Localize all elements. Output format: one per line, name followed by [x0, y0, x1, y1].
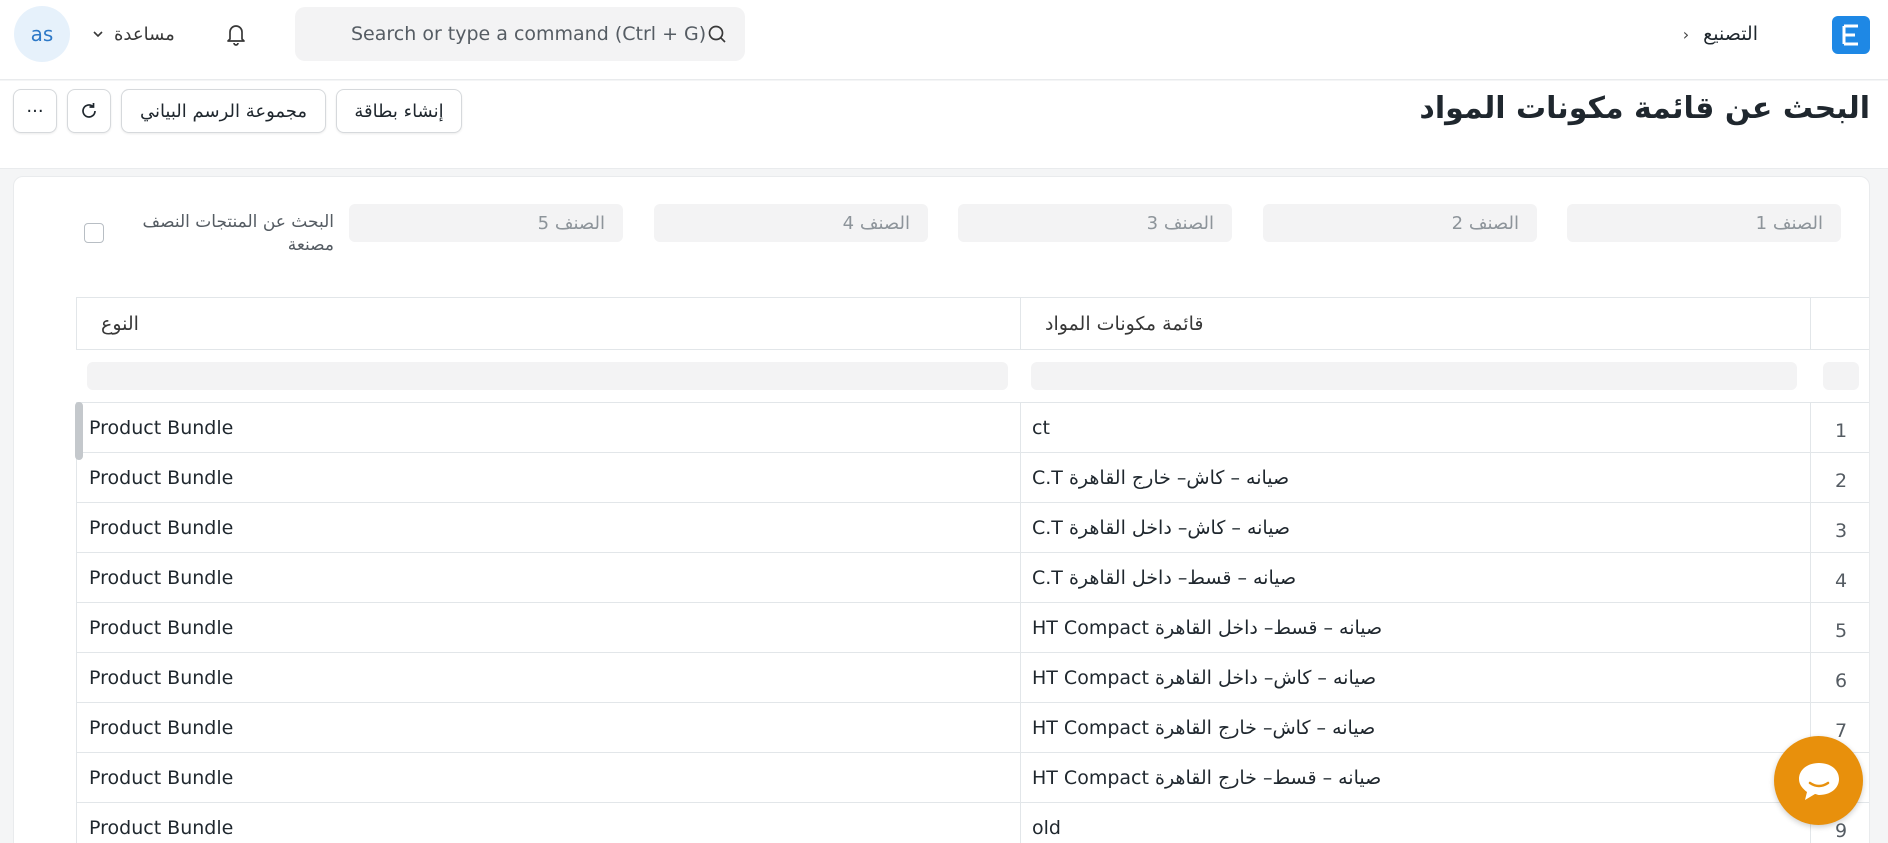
cell-type[interactable]: Product Bundle — [76, 553, 1020, 602]
filter-item-group-3[interactable]: الصنف 3 — [958, 204, 1232, 242]
column-header-row-number — [1810, 298, 1869, 349]
cell-type[interactable]: Product Bundle — [76, 703, 1020, 752]
cell-bom[interactable]: ct — [1020, 403, 1810, 452]
cell-bom[interactable]: C.T صيانه – كاش– خارج القاهرة — [1020, 453, 1810, 502]
cell-type[interactable]: Product Bundle — [76, 803, 1020, 843]
filter-item-group-2[interactable]: الصنف 2 — [1263, 204, 1537, 242]
page-head: البحث عن قائمة مكونات المواد ··· مجموعة … — [0, 81, 1888, 169]
table-row[interactable]: Product Bundle old 9 — [76, 803, 1869, 843]
breadcrumb-manufacturing[interactable]: التصنيع — [1703, 23, 1758, 45]
cell-bom[interactable]: C.T صيانه – كاش– داخل القاهرة — [1020, 503, 1810, 552]
search-placeholder: Search or type a command (Ctrl + G) — [351, 23, 707, 45]
user-avatar[interactable]: as — [14, 6, 70, 62]
cell-bom-text: C.T صيانه – كاش– خارج القاهرة — [1032, 466, 1290, 489]
cell-bom-text: ct — [1032, 416, 1050, 439]
erpnext-logo-icon[interactable] — [1832, 16, 1870, 54]
cell-bom-text: C.T صيانه – قسط– داخل القاهرة — [1032, 566, 1297, 589]
search-sub-assemblies-filter: البحث عن المنتجات النصف مصنعة — [84, 211, 334, 257]
cell-type[interactable]: Product Bundle — [76, 453, 1020, 502]
cell-row-number: 4 — [1810, 553, 1869, 602]
table-row[interactable]: Product Bundle ct 1 — [76, 403, 1869, 453]
awesomebar-search-input[interactable]: Search or type a command (Ctrl + G) — [295, 7, 745, 61]
refresh-button[interactable] — [67, 89, 111, 133]
table-row[interactable]: Product Bundle HT Compact صيانه – قسط– خا… — [76, 753, 1869, 803]
page-title: البحث عن قائمة مكونات المواد — [1419, 91, 1870, 126]
more-actions-button[interactable]: ··· — [13, 89, 57, 133]
cell-row-number: 1 — [1810, 403, 1869, 452]
table-row[interactable]: Product Bundle HT Compact صيانه – كاش– خا… — [76, 703, 1869, 753]
cell-row-number: 3 — [1810, 503, 1869, 552]
navbar: as مساعدة Search or type a command (Ctrl… — [0, 0, 1888, 80]
column-header-type-label: النوع — [101, 312, 139, 335]
filter-type-input[interactable] — [87, 362, 1008, 390]
table-row[interactable]: Product Bundle C.T صيانه – قسط– داخل القا… — [76, 553, 1869, 603]
table-row[interactable]: Product Bundle HT Compact صيانه – قسط– دا… — [76, 603, 1869, 653]
cell-bom-text: HT Compact صيانه – كاش– داخل القاهرة — [1032, 666, 1377, 689]
cell-bom-text: HT Compact صيانه – قسط– داخل القاهرة — [1032, 616, 1383, 639]
table-scrollbar[interactable] — [75, 402, 83, 460]
report-table: النوع قائمة مكونات المواد Product Bundle… — [76, 297, 1869, 843]
cell-type[interactable]: Product Bundle — [76, 603, 1020, 652]
chevron-down-icon — [93, 31, 103, 38]
cell-bom[interactable]: HT Compact صيانه – قسط– داخل القاهرة — [1020, 603, 1810, 652]
filter-row-number-input[interactable] — [1823, 362, 1859, 390]
table-row[interactable]: Product Bundle C.T صيانه – كاش– داخل القا… — [76, 503, 1869, 553]
filter-item-group-5[interactable]: الصنف 5 — [349, 204, 623, 242]
cell-type[interactable]: Product Bundle — [76, 653, 1020, 702]
cell-row-number: 6 — [1810, 653, 1869, 702]
report-card: الصنف 1 الصنف 2 الصنف 3 الصنف 4 الصنف 5 … — [13, 176, 1870, 843]
chat-bubble-button[interactable] — [1774, 736, 1863, 825]
filter-item-group-4[interactable]: الصنف 4 — [654, 204, 928, 242]
search-sub-assemblies-label: البحث عن المنتجات النصف مصنعة — [142, 212, 334, 255]
cell-bom[interactable]: HT Compact صيانه – كاش– داخل القاهرة — [1020, 653, 1810, 702]
cell-bom[interactable]: old — [1020, 803, 1810, 843]
cell-bom-text: HT Compact صيانه – قسط– خارج القاهرة — [1032, 766, 1382, 789]
search-sub-assemblies-checkbox[interactable] — [84, 223, 104, 243]
table-filter-row — [76, 350, 1869, 403]
filter-bom-input[interactable] — [1031, 362, 1797, 390]
column-header-bom-label: قائمة مكونات المواد — [1045, 312, 1204, 335]
cell-row-number: 5 — [1810, 603, 1869, 652]
cell-bom[interactable]: HT Compact صيانه – قسط– خارج القاهرة — [1020, 753, 1810, 802]
help-dropdown[interactable]: مساعدة — [92, 18, 175, 50]
cell-bom[interactable]: C.T صيانه – قسط– داخل القاهرة — [1020, 553, 1810, 602]
cell-bom-text: C.T صيانه – كاش– داخل القاهرة — [1032, 516, 1291, 539]
create-card-button[interactable]: إنشاء بطاقة — [336, 89, 462, 133]
cell-type[interactable]: Product Bundle — [76, 403, 1020, 452]
breadcrumb-separator: › — [1682, 24, 1690, 44]
table-row[interactable]: Product Bundle C.T صيانه – كاش– خارج القا… — [76, 453, 1869, 503]
cell-type[interactable]: Product Bundle — [76, 503, 1020, 552]
column-header-bom[interactable]: قائمة مكونات المواد — [1020, 298, 1810, 349]
table-body: Product Bundle ct 1 Product Bundle C.T صيانه… — [76, 403, 1869, 843]
table-header-row: النوع قائمة مكونات المواد — [76, 298, 1869, 350]
cell-bom-text: old — [1032, 816, 1061, 839]
help-label: مساعدة — [114, 23, 175, 45]
refresh-icon — [82, 103, 96, 118]
cell-bom[interactable]: HT Compact صيانه – كاش– خارج القاهرة — [1020, 703, 1810, 752]
cell-type[interactable]: Product Bundle — [76, 753, 1020, 802]
chart-group-button[interactable]: مجموعة الرسم البياني — [121, 89, 326, 133]
table-row[interactable]: Product Bundle HT Compact صيانه – كاش– دا… — [76, 653, 1869, 703]
cell-bom-text: HT Compact صيانه – كاش– خارج القاهرة — [1032, 716, 1376, 739]
search-icon — [708, 25, 726, 43]
breadcrumb: › التصنيع — [1683, 18, 1758, 50]
column-header-type[interactable]: النوع — [76, 298, 1020, 349]
chat-bubble-icon — [1798, 762, 1839, 800]
filter-item-group-1[interactable]: الصنف 1 — [1567, 204, 1841, 242]
notifications-bell-icon[interactable] — [222, 18, 250, 50]
more-label: ··· — [26, 100, 44, 122]
cell-row-number: 2 — [1810, 453, 1869, 502]
